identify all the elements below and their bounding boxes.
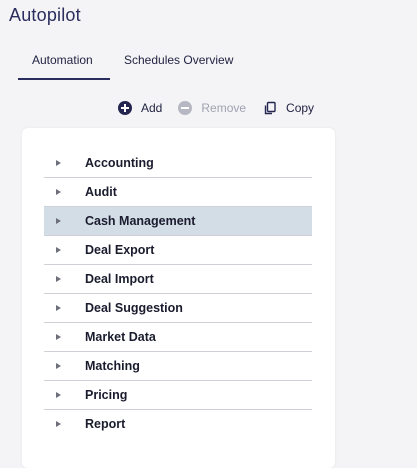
expand-caret-icon[interactable] <box>56 218 61 224</box>
automation-tree-panel: Accounting Audit Cash Management Deal Ex… <box>22 128 335 468</box>
tree-item-deal-import[interactable]: Deal Import <box>44 265 312 294</box>
tree-item-audit[interactable]: Audit <box>44 178 312 207</box>
expand-caret-icon[interactable] <box>56 363 61 369</box>
tree-item-label: Matching <box>85 359 140 373</box>
expand-caret-icon[interactable] <box>56 276 61 282</box>
app-title: Autopilot <box>9 5 81 25</box>
tab-automation[interactable]: Automation <box>18 46 110 80</box>
expand-caret-icon[interactable] <box>56 392 61 398</box>
copy-icon <box>263 101 277 115</box>
tree-item-accounting[interactable]: Accounting <box>44 149 312 178</box>
tree-item-label: Pricing <box>85 388 128 402</box>
expand-caret-icon[interactable] <box>56 421 61 427</box>
tree-item-label: Report <box>85 417 126 431</box>
expand-caret-icon[interactable] <box>56 305 61 311</box>
tree-item-label: Market Data <box>85 330 156 344</box>
expand-caret-icon[interactable] <box>56 334 61 340</box>
plus-circle-icon <box>118 101 132 115</box>
tab-schedules-overview[interactable]: Schedules Overview <box>110 46 233 80</box>
tree-item-market-data[interactable]: Market Data <box>44 323 312 352</box>
add-label: Add <box>141 101 163 115</box>
toolbar: Add Remove Copy <box>118 98 314 118</box>
tree-item-label: Cash Management <box>85 214 196 228</box>
tree-item-pricing[interactable]: Pricing <box>44 381 312 410</box>
expand-caret-icon[interactable] <box>56 247 61 253</box>
tree-item-label: Accounting <box>85 156 154 170</box>
expand-caret-icon[interactable] <box>56 160 61 166</box>
tree-item-deal-export[interactable]: Deal Export <box>44 236 312 265</box>
tree-item-label: Deal Import <box>85 272 154 286</box>
minus-circle-icon <box>178 101 193 115</box>
tree-item-cash-management[interactable]: Cash Management <box>44 207 312 236</box>
tree-item-label: Audit <box>85 185 117 199</box>
tree-item-label: Deal Suggestion <box>85 301 183 315</box>
tree-item-report[interactable]: Report <box>44 410 312 438</box>
copy-label: Copy <box>286 101 315 115</box>
automation-tree: Accounting Audit Cash Management Deal Ex… <box>44 149 312 438</box>
tree-item-matching[interactable]: Matching <box>44 352 312 381</box>
tab-bar: Automation Schedules Overview <box>18 46 233 82</box>
tree-item-deal-suggestion[interactable]: Deal Suggestion <box>44 294 312 323</box>
tree-item-label: Deal Export <box>85 243 155 257</box>
add-button[interactable]: Add <box>118 101 162 115</box>
copy-button[interactable]: Copy <box>263 101 314 115</box>
expand-caret-icon[interactable] <box>56 189 61 195</box>
remove-label: Remove <box>201 101 247 115</box>
remove-button[interactable]: Remove <box>178 101 246 115</box>
